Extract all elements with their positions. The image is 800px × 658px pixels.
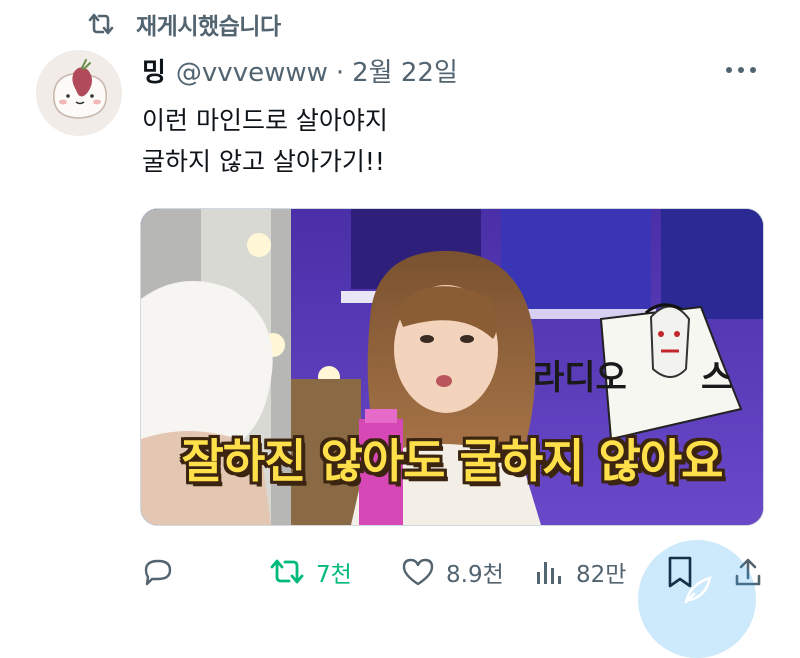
retweet-icon — [270, 559, 304, 584]
tweet-text-line: 굴하지 않고 살아가기!! — [142, 147, 385, 176]
tweet-media-image[interactable]: 라디오 스 잘하진 않아도 굴하지 않아요 — [140, 208, 764, 526]
like-count: 8.9천 — [446, 562, 504, 588]
heart-icon — [402, 558, 434, 586]
separator-dot: · — [335, 58, 345, 88]
views-button[interactable]: 82만 — [534, 548, 626, 596]
views-count: 82만 — [576, 562, 627, 588]
author-handle[interactable]: @vvvewww — [176, 58, 328, 88]
tweet-text-line: 이런 마인드로 살아야지 — [142, 106, 388, 135]
views-icon — [537, 562, 561, 584]
sign-text: 라디오 — [533, 358, 627, 398]
more-options-icon[interactable] — [726, 60, 762, 80]
retweet-context-label: 재게시했습니다 — [136, 14, 281, 40]
author-name[interactable]: 밍 — [142, 52, 166, 89]
reply-icon — [144, 559, 172, 586]
retweet-icon — [88, 13, 114, 35]
quill-icon — [684, 576, 712, 604]
tweet-date[interactable]: 2월 22일 — [352, 52, 458, 89]
svg-text:스: 스 — [701, 358, 732, 398]
reply-button[interactable] — [140, 548, 186, 596]
avatar[interactable] — [36, 50, 122, 136]
tweet-header: 밍 @vvvewww · 2월 22일 — [142, 52, 458, 89]
retweet-context[interactable]: 재게시했습니다 — [86, 6, 281, 42]
sweet-potato-avatar-image — [36, 50, 122, 136]
media-caption: 잘하진 않아도 굴하지 않아요 — [181, 434, 724, 488]
like-button[interactable]: 8.9천 — [400, 548, 504, 596]
compose-fab-button[interactable] — [638, 540, 756, 658]
retweet-count: 7천 — [316, 562, 352, 588]
tweet-text: 이런 마인드로 살아야지 굴하지 않고 살아가기!! — [142, 100, 388, 182]
retweet-button[interactable]: 7천 — [268, 548, 352, 596]
